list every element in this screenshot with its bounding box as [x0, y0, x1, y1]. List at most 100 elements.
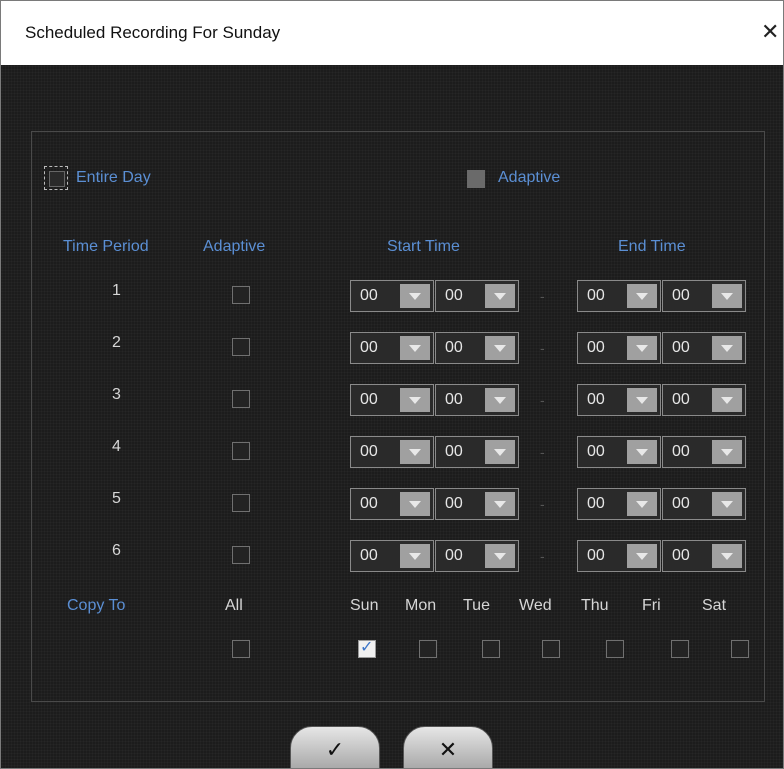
day-label-mon: Mon [405, 597, 437, 614]
day-checkbox-sat[interactable] [731, 640, 749, 658]
end-hour-select[interactable]: 00 [577, 488, 661, 520]
end-hour-select[interactable]: 00 [577, 332, 661, 364]
start-hour-value: 00 [360, 391, 378, 408]
title-bar: Scheduled Recording For Sunday ✕ [1, 1, 783, 65]
window-title: Scheduled Recording For Sunday [25, 23, 281, 42]
start-hour-select[interactable]: 00 [350, 332, 434, 364]
period-adaptive-checkbox[interactable] [232, 390, 250, 408]
start-minute-select[interactable]: 00 [435, 488, 519, 520]
period-number: 6 [112, 542, 121, 559]
chevron-down-icon [627, 336, 657, 360]
chevron-down-icon [400, 544, 430, 568]
start-minute-select[interactable]: 00 [435, 436, 519, 468]
start-minute-select[interactable]: 00 [435, 280, 519, 312]
period-adaptive-checkbox[interactable] [232, 442, 250, 460]
chevron-down-icon [627, 440, 657, 464]
period-adaptive-checkbox[interactable] [232, 286, 250, 304]
end-hour-select[interactable]: 00 [577, 384, 661, 416]
start-hour-select[interactable]: 00 [350, 384, 434, 416]
day-checkbox-wed[interactable] [542, 640, 560, 658]
chevron-down-icon [400, 492, 430, 516]
schedule-panel: Entire Day Adaptive Time Period Adaptive… [31, 131, 765, 702]
end-minute-select[interactable]: 00 [662, 280, 746, 312]
start-hour-value: 00 [360, 443, 378, 460]
end-hour-value: 00 [587, 495, 605, 512]
end-hour-value: 00 [587, 391, 605, 408]
header-end-time: End Time [618, 238, 686, 255]
start-minute-select[interactable]: 00 [435, 384, 519, 416]
chevron-down-icon [485, 492, 515, 516]
start-hour-value: 00 [360, 547, 378, 564]
day-checkbox-fri[interactable] [671, 640, 689, 658]
adaptive-all-checkbox[interactable] [467, 170, 485, 188]
dialog-window: Scheduled Recording For Sunday ✕ Entire … [0, 0, 784, 769]
header-adaptive: Adaptive [203, 238, 266, 255]
period-number: 1 [112, 282, 121, 299]
start-hour-select[interactable]: 00 [350, 540, 434, 572]
chevron-down-icon [485, 544, 515, 568]
copy-to-label: Copy To [67, 597, 126, 614]
day-checkbox-thu[interactable] [606, 640, 624, 658]
day-checkbox-sun[interactable]: ✓ [358, 639, 376, 658]
entire-day-label: Entire Day [76, 169, 151, 186]
day-checkbox-mon[interactable] [419, 640, 437, 658]
chevron-down-icon [627, 284, 657, 308]
end-hour-value: 00 [587, 547, 605, 564]
period-adaptive-checkbox[interactable] [232, 494, 250, 512]
start-minute-value: 00 [445, 443, 463, 460]
check-icon: ✓ [360, 639, 374, 656]
chevron-down-icon [712, 388, 742, 412]
chevron-down-icon [400, 388, 430, 412]
close-button[interactable]: ✕ [761, 17, 783, 47]
start-hour-select[interactable]: 00 [350, 488, 434, 520]
dialog-body: Entire Day Adaptive Time Period Adaptive… [1, 65, 783, 768]
chevron-down-icon [712, 284, 742, 308]
start-minute-select[interactable]: 00 [435, 540, 519, 572]
end-minute-select[interactable]: 00 [662, 488, 746, 520]
start-minute-select[interactable]: 00 [435, 332, 519, 364]
time-separator: - [540, 288, 545, 304]
period-number: 5 [112, 490, 121, 507]
chevron-down-icon [400, 336, 430, 360]
start-hour-value: 00 [360, 495, 378, 512]
chevron-down-icon [627, 388, 657, 412]
start-minute-value: 00 [445, 391, 463, 408]
end-minute-value: 00 [672, 287, 690, 304]
ok-button[interactable]: ✓ [290, 726, 380, 768]
period-adaptive-checkbox[interactable] [232, 546, 250, 564]
end-minute-value: 00 [672, 495, 690, 512]
start-hour-select[interactable]: 00 [350, 436, 434, 468]
end-minute-value: 00 [672, 339, 690, 356]
end-minute-select[interactable]: 00 [662, 540, 746, 572]
time-separator: - [540, 340, 545, 356]
period-number: 2 [112, 334, 121, 351]
cancel-button[interactable]: ✕ [403, 726, 493, 768]
chevron-down-icon [712, 440, 742, 464]
end-hour-select[interactable]: 00 [577, 280, 661, 312]
day-checkbox-tue[interactable] [482, 640, 500, 658]
adaptive-all-label: Adaptive [498, 169, 561, 186]
end-hour-select[interactable]: 00 [577, 540, 661, 572]
chevron-down-icon [400, 440, 430, 464]
chevron-down-icon [485, 388, 515, 412]
period-number: 3 [112, 386, 121, 403]
day-label-thu: Thu [581, 597, 609, 614]
period-number: 4 [112, 438, 121, 455]
chevron-down-icon [485, 336, 515, 360]
end-minute-select[interactable]: 00 [662, 332, 746, 364]
start-hour-select[interactable]: 00 [350, 280, 434, 312]
chevron-down-icon [712, 544, 742, 568]
end-minute-value: 00 [672, 547, 690, 564]
start-hour-value: 00 [360, 339, 378, 356]
end-hour-select[interactable]: 00 [577, 436, 661, 468]
end-minute-select[interactable]: 00 [662, 384, 746, 416]
period-adaptive-checkbox[interactable] [232, 338, 250, 356]
copy-all-label: All [225, 597, 243, 614]
entire-day-checkbox[interactable] [44, 166, 68, 190]
end-hour-value: 00 [587, 287, 605, 304]
end-minute-select[interactable]: 00 [662, 436, 746, 468]
chevron-down-icon [627, 492, 657, 516]
copy-all-checkbox[interactable] [232, 640, 250, 658]
end-minute-value: 00 [672, 443, 690, 460]
header-start-time: Start Time [387, 238, 460, 255]
